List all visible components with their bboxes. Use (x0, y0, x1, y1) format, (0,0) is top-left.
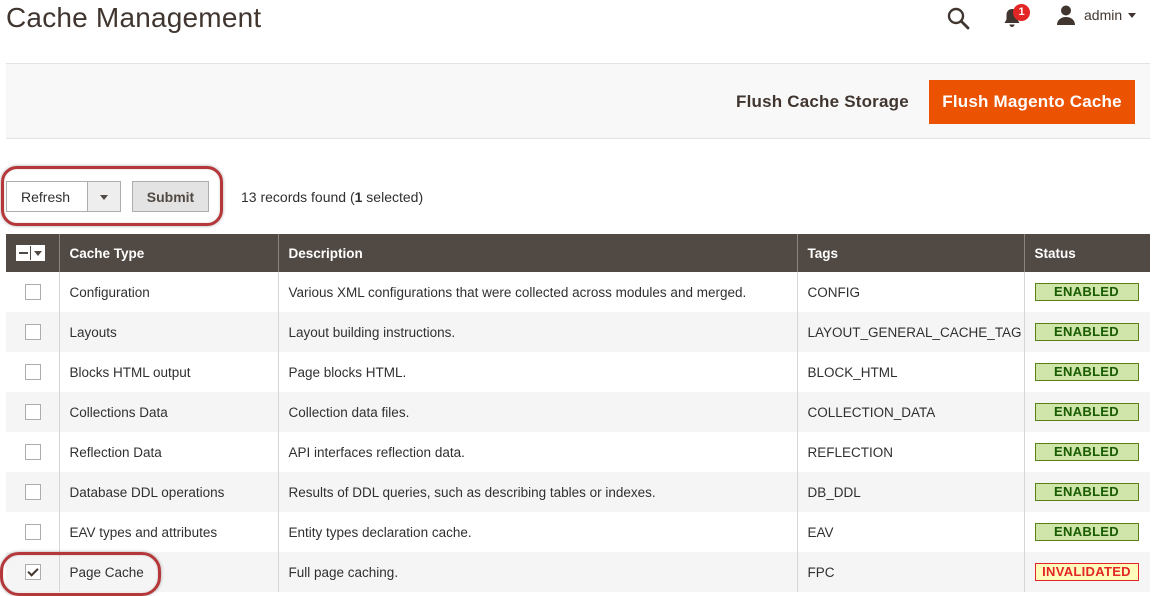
row-select-cell (6, 552, 59, 592)
cache-type-cell: Layouts (58, 312, 278, 352)
row-select-cell (6, 512, 59, 552)
column-header-description[interactable]: Description (277, 234, 797, 272)
cache-type-cell: Configuration (58, 272, 278, 312)
mass-select-header (6, 234, 59, 272)
row-checkbox[interactable] (25, 324, 41, 341)
cache-type-cell: Database DDL operations (58, 472, 278, 512)
description-cell: Various XML configurations that were col… (277, 272, 797, 312)
status-badge: ENABLED (1034, 483, 1139, 501)
row-select-cell (6, 392, 59, 432)
tags-cell: BLOCK_HTML (796, 352, 1024, 392)
table-row: Collections Data Collection data files. … (6, 392, 1150, 432)
status-cell: ENABLED (1023, 392, 1150, 432)
submit-button[interactable]: Submit (132, 181, 209, 212)
tags-cell: LAYOUT_GENERAL_CACHE_TAG (796, 312, 1024, 352)
cache-type-cell: Reflection Data (58, 432, 278, 472)
mass-action-selected-value: Refresh (21, 189, 71, 205)
mass-select-toggle[interactable] (16, 245, 45, 262)
table-row: Page Cache Full page caching. FPC INVALI… (6, 552, 1150, 592)
description-cell: Layout building instructions. (277, 312, 797, 352)
tags-cell: COLLECTION_DATA (796, 392, 1024, 432)
row-select-cell (6, 432, 59, 472)
tags-cell: EAV (796, 512, 1024, 552)
chevron-down-icon (100, 195, 108, 200)
flush-magento-cache-button[interactable]: Flush Magento Cache (929, 80, 1135, 124)
cache-type-cell: Blocks HTML output (58, 352, 278, 392)
chevron-down-icon (31, 246, 44, 260)
minus-checkbox-icon (17, 246, 32, 261)
status-badge: ENABLED (1034, 523, 1139, 541)
records-count: 13 records found (1 selected) (241, 189, 424, 205)
user-icon (1057, 5, 1075, 25)
tags-cell: FPC (796, 552, 1024, 592)
row-checkbox[interactable] (25, 284, 41, 301)
cache-type-cell: Collections Data (58, 392, 278, 432)
column-header-tags[interactable]: Tags (796, 234, 1024, 272)
tags-cell: CONFIG (796, 272, 1024, 312)
status-badge: INVALIDATED (1034, 563, 1139, 581)
description-cell: Results of DDL queries, such as describi… (277, 472, 797, 512)
cache-type-cell: Page Cache (58, 552, 278, 592)
row-select-cell (6, 352, 59, 392)
user-menu[interactable]: admin (1055, 4, 1137, 26)
table-row: Reflection Data API interfaces reflectio… (6, 432, 1150, 472)
status-badge: ENABLED (1034, 283, 1139, 301)
status-cell: INVALIDATED (1023, 552, 1150, 592)
description-cell: Page blocks HTML. (277, 352, 797, 392)
row-checkbox-checked[interactable] (25, 564, 41, 581)
row-checkbox[interactable] (25, 484, 41, 501)
notifications-count-badge: 1 (1013, 4, 1030, 21)
row-checkbox[interactable] (25, 364, 41, 381)
search-icon[interactable] (946, 6, 970, 30)
table-row: Configuration Various XML configurations… (6, 272, 1150, 312)
user-name: admin (1084, 7, 1123, 23)
flush-cache-storage-button[interactable]: Flush Cache Storage (724, 80, 921, 124)
status-cell: ENABLED (1023, 312, 1150, 352)
description-cell: Collection data files. (277, 392, 797, 432)
tags-cell: DB_DDL (796, 472, 1024, 512)
description-cell: API interfaces reflection data. (277, 432, 797, 472)
row-checkbox[interactable] (25, 404, 41, 421)
description-cell: Full page caching. (277, 552, 797, 592)
row-checkbox[interactable] (25, 444, 41, 461)
table-row: Layouts Layout building instructions. LA… (6, 312, 1150, 352)
status-badge: ENABLED (1034, 323, 1139, 341)
tags-cell: REFLECTION (796, 432, 1024, 472)
status-cell: ENABLED (1023, 352, 1150, 392)
row-select-cell (6, 312, 59, 352)
row-select-cell (6, 272, 59, 312)
table-row: EAV types and attributes Entity types de… (6, 512, 1150, 552)
status-cell: ENABLED (1023, 272, 1150, 312)
column-header-status[interactable]: Status (1023, 234, 1150, 272)
status-cell: ENABLED (1023, 432, 1150, 472)
chevron-down-icon (1128, 12, 1137, 18)
status-badge: ENABLED (1034, 443, 1139, 461)
grid-header-row: Cache Type Description Tags Status (6, 234, 1150, 272)
status-badge: ENABLED (1034, 363, 1139, 381)
table-row: Database DDL operations Results of DDL q… (6, 472, 1150, 512)
row-select-cell (6, 472, 59, 512)
status-cell: ENABLED (1023, 512, 1150, 552)
description-cell: Entity types declaration cache. (277, 512, 797, 552)
page-actions-bar: Flush Cache Storage Flush Magento Cache (6, 63, 1150, 139)
column-header-cache-type[interactable]: Cache Type (58, 234, 278, 272)
status-cell: ENABLED (1023, 472, 1150, 512)
page-title: Cache Management (6, 2, 262, 33)
status-badge: ENABLED (1034, 403, 1139, 421)
cache-types-grid: Cache Type Description Tags Status Confi… (6, 234, 1150, 592)
mass-action-select[interactable]: Refresh (6, 181, 121, 212)
mass-action-dropdown-toggle[interactable] (87, 181, 121, 212)
cache-type-cell: EAV types and attributes (58, 512, 278, 552)
table-row: Blocks HTML output Page blocks HTML. BLO… (6, 352, 1150, 392)
row-checkbox[interactable] (25, 524, 41, 541)
